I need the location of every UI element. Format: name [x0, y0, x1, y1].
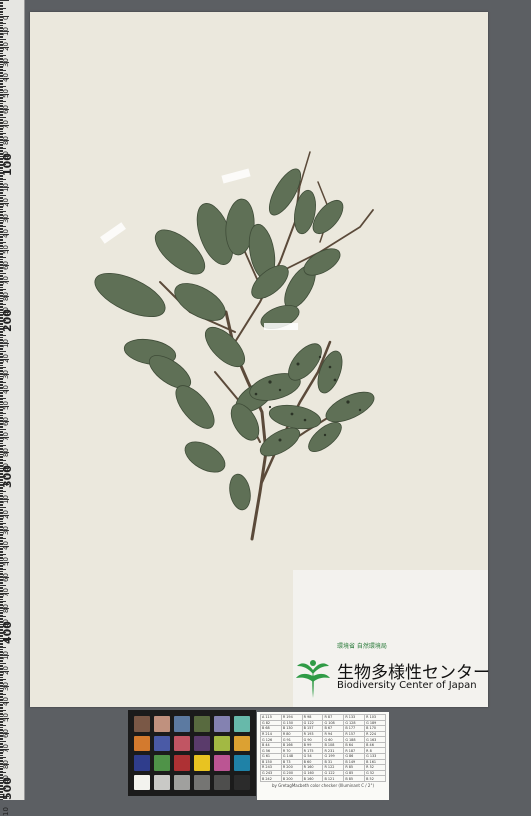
color-reference-note: by GretagMacbeth color checker (Illumina… — [271, 782, 375, 788]
ruler-label: 40 — [2, 385, 10, 395]
ruler-label: 80 — [2, 759, 10, 769]
ruler-label: 80 — [2, 447, 10, 457]
table-cell: B 121 — [322, 775, 345, 782]
ruler-label: 40 — [2, 697, 10, 707]
ruler-major-label: 100 — [1, 153, 14, 176]
color-patch — [214, 716, 230, 732]
ruler-label: 20 — [2, 198, 10, 208]
ruler-major-label: 400 — [1, 621, 14, 644]
table-cell: B 85 — [343, 775, 366, 782]
color-patch — [214, 755, 230, 771]
color-values-table: A 115 R 194 R 98 R 87 R 133 R 103 G 82 G 150 G 1… — [260, 714, 386, 782]
color-patch — [214, 735, 230, 751]
ruler-label: 80 — [2, 135, 10, 145]
ruler-label: 10 — [2, 338, 10, 348]
ruler-label: 80 — [2, 291, 10, 301]
color-patch — [174, 774, 190, 790]
ruler-label: 10 — [2, 182, 10, 192]
ruler-label: 50 — [2, 245, 10, 254]
ruler-label: 20 — [2, 510, 10, 520]
color-patch — [234, 716, 250, 732]
color-patch — [174, 755, 190, 771]
ruler-label: 80 — [2, 603, 10, 613]
ruler-label: 20 — [2, 666, 10, 676]
ruler-label: 10 — [2, 26, 10, 36]
table-cell: B 52 — [364, 775, 386, 782]
ruler-label: 50 — [2, 557, 10, 566]
ruler-label: 60 — [2, 416, 10, 426]
ruler-label: 30 — [2, 681, 10, 691]
ruler-label: 10 — [2, 494, 10, 504]
ruler-label: 20 — [2, 354, 10, 364]
ruler-label: 70 — [2, 276, 10, 286]
color-patch — [174, 716, 190, 732]
color-patch — [154, 735, 170, 751]
table-row: B 242 B 200 B 160 B 121 B 85 B 52 — [260, 775, 386, 782]
herbarium-sheet: 環境省 自然環境局 生物多様性センター Biodiversity Center … — [30, 12, 490, 707]
color-patch — [194, 735, 210, 751]
color-reference-card: A 115 R 194 R 98 R 87 R 133 R 103 G 82 G 150 G 1… — [257, 712, 389, 800]
ruler-label: 70 — [2, 120, 10, 130]
ruler-major-label: 500 — [1, 777, 14, 800]
table-cell: B 160 — [301, 775, 324, 782]
color-patch — [154, 755, 170, 771]
ruler-label: 20 — [2, 42, 10, 52]
color-patch — [134, 735, 150, 751]
ruler-label: 50 — [2, 713, 10, 722]
color-patch — [134, 716, 150, 732]
ruler-label: 0 — [2, 15, 10, 20]
color-patch — [154, 716, 170, 732]
ruler-label: 30 — [2, 213, 10, 223]
ruler-label: 70 — [2, 744, 10, 754]
table-cell: B 200 — [280, 775, 303, 782]
color-patch — [194, 716, 210, 732]
ruler-label: 50 — [2, 401, 10, 410]
agency-name: 環境省 自然環境局 — [337, 643, 387, 650]
center-name-english: Biodiversity Center of Japan — [337, 680, 477, 691]
color-patch — [234, 774, 250, 790]
ruler-label: 60 — [2, 728, 10, 738]
ruler-label: 30 — [2, 57, 10, 67]
ruler-label: 40 — [2, 541, 10, 551]
ruler-label: 60 — [2, 260, 10, 270]
biodiversity-center-logo — [296, 660, 330, 698]
ruler-label: 10 — [2, 806, 10, 816]
ruler-label: 60 — [2, 104, 10, 114]
color-patch — [174, 735, 190, 751]
ruler-label: 40 — [2, 73, 10, 83]
color-patch — [154, 774, 170, 790]
measurement-ruler: 0 10 20 30 40 50 60 70 80 90 100 10 20 30 40 50 60 70 80 90… — [0, 0, 25, 816]
ruler-label: 40 — [2, 229, 10, 239]
color-checker — [128, 710, 256, 796]
table-cell: B 242 — [260, 775, 282, 782]
ruler-major-label: 200 — [1, 309, 14, 332]
ruler-label: 30 — [2, 369, 10, 379]
ruler-label: 30 — [2, 525, 10, 535]
ruler-label: 70 — [2, 588, 10, 598]
ruler-label: 70 — [2, 432, 10, 442]
ruler-label: 10 — [2, 650, 10, 660]
color-patch — [234, 735, 250, 751]
color-patch — [194, 774, 210, 790]
ruler-label: 60 — [2, 572, 10, 582]
ruler-label: 50 — [2, 89, 10, 98]
ruler-major-label: 300 — [1, 465, 14, 488]
color-patch — [214, 774, 230, 790]
color-patch — [134, 774, 150, 790]
institution-label: 環境省 自然環境局 生物多様性センター Biodiversity Center … — [293, 570, 490, 707]
color-patch — [134, 755, 150, 771]
color-patch — [194, 755, 210, 771]
color-patch — [234, 755, 250, 771]
